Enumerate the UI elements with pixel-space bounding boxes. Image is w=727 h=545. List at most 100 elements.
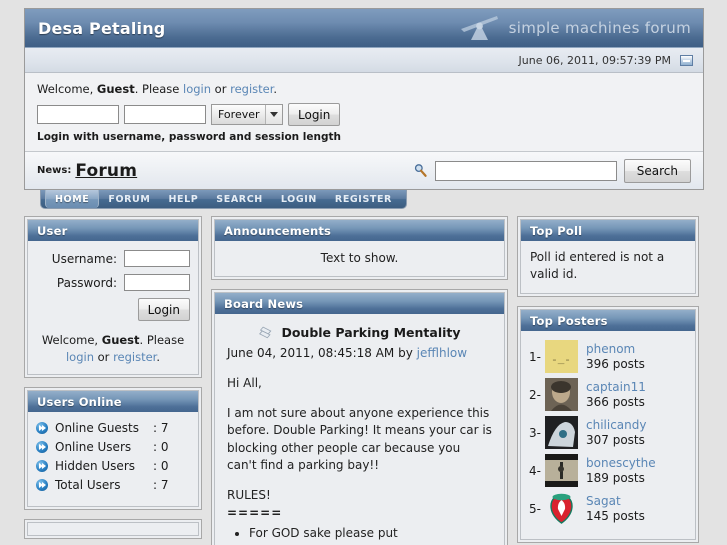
online-users-value: 0 <box>160 440 169 455</box>
username-input[interactable] <box>37 105 119 124</box>
announcements-inner: Announcements Text to show. <box>214 219 505 277</box>
welcome-prefix: Welcome, <box>37 82 94 96</box>
poster-info: phenom 396 posts <box>586 342 645 372</box>
sidebar-password-input[interactable] <box>124 274 190 291</box>
list-item: 4- bonescythe 189 posts <box>529 454 687 488</box>
colon: : <box>153 478 161 493</box>
search-area: Search <box>413 158 691 183</box>
news-search-strip: News: Forum Search <box>25 152 703 189</box>
list-item: 5- Sagat 145 posts <box>529 492 687 526</box>
register-link[interactable]: register <box>230 82 273 96</box>
fast-forward-icon <box>36 441 48 454</box>
board-news-body: Double Parking Mentality June 04, 2011, … <box>215 314 504 545</box>
sidebar-login-link[interactable]: login <box>66 350 94 364</box>
post-meta: June 04, 2011, 08:45:18 AM by jefflhlow <box>227 345 492 362</box>
center-column: Announcements Text to show. Board News D… <box>211 216 508 545</box>
next-panel-inner <box>27 522 199 537</box>
top-posters-title: Top Posters <box>521 310 695 332</box>
poster-count: 307 posts <box>586 432 645 447</box>
sidebar-username-input[interactable] <box>124 250 190 267</box>
poster-name[interactable]: phenom <box>586 342 645 357</box>
poster-name[interactable]: bonescythe <box>586 456 656 471</box>
list-item: Total Users : 7 <box>36 478 190 492</box>
current-datetime: June 06, 2011, 09:57:39 PM <box>518 53 671 67</box>
list-item: 2- captain11 366 posts <box>529 378 687 412</box>
right-sidebar: Top Poll Poll id entered is not a valid … <box>517 216 699 545</box>
board-news-panel: Board News Double Parking Mentality June… <box>211 289 508 545</box>
sidebar-welcome: Welcome, Guest. Please login or register… <box>36 332 190 365</box>
collapse-icon[interactable] <box>680 54 693 66</box>
search-input[interactable] <box>434 160 617 181</box>
poster-info: bonescythe 189 posts <box>586 456 656 486</box>
search-button[interactable]: Search <box>623 158 691 183</box>
login-button[interactable]: Login <box>288 103 341 126</box>
top-poll-body: Poll id entered is not a valid id. <box>530 250 665 282</box>
next-panel-partial <box>24 519 202 540</box>
poster-info: chilicandy 307 posts <box>586 418 646 448</box>
poster-name[interactable]: chilicandy <box>586 418 646 433</box>
login-link[interactable]: login <box>183 82 211 96</box>
list-item: Hidden Users : 0 <box>36 459 190 473</box>
tab-forum[interactable]: FORUM <box>99 190 159 208</box>
list-item: 1- -_- phenom 396 posts <box>529 340 687 374</box>
poster-count: 189 posts <box>586 470 645 485</box>
top-poll-title: Top Poll <box>521 220 695 241</box>
poster-rank: 1- <box>529 349 541 364</box>
user-panel-body: Username: Password: Login Welcome, Guest… <box>28 241 198 375</box>
session-length-select[interactable]: Forever <box>211 104 283 125</box>
sidebar-guest: Guest <box>101 333 140 347</box>
hidden-users-value: 0 <box>160 459 169 474</box>
list-item: Online Guests : 7 <box>36 421 190 435</box>
top-posters-body: 1- -_- phenom 396 posts 2- captain11 366… <box>521 331 695 540</box>
post-title[interactable]: Double Parking Mentality <box>281 324 460 342</box>
username-row: Username: <box>36 250 190 267</box>
user-panel-inner: User Username: Password: Login Welcome, … <box>27 219 199 376</box>
password-label: Password: <box>56 275 117 290</box>
announcements-body: Text to show. <box>320 251 399 265</box>
poster-name[interactable]: captain11 <box>586 380 646 395</box>
colon: : <box>153 440 161 455</box>
colon: : <box>153 421 161 436</box>
main-content: User Username: Password: Login Welcome, … <box>24 216 713 545</box>
poster-info: Sagat 145 posts <box>586 494 645 524</box>
tab-login[interactable]: LOGIN <box>272 190 326 208</box>
online-guests-label: Online Guests <box>55 421 140 436</box>
tab-home[interactable]: HOME <box>45 190 100 208</box>
sidebar-login-row: Login <box>36 298 190 321</box>
header-container: Desa Petaling simple machines forum June… <box>24 8 704 190</box>
login-form-row: Forever Login <box>37 103 691 126</box>
password-input[interactable] <box>124 105 206 124</box>
poster-rank: 4- <box>529 463 541 478</box>
avatar <box>545 492 578 526</box>
fast-forward-icon <box>36 479 48 492</box>
hidden-users-label: Hidden Users <box>55 459 135 474</box>
title-bar: Desa Petaling simple machines forum <box>25 9 703 48</box>
login-hint: Login with username, password and sessio… <box>37 131 342 143</box>
users-online-panel: Users Online Online Guests : 7 Online Us… <box>24 387 202 511</box>
announcements-title: Announcements <box>215 220 504 241</box>
poster-count: 366 posts <box>586 394 645 409</box>
top-posters-inner: Top Posters 1- -_- phenom 396 posts 2- c… <box>520 309 696 541</box>
welcome-line: Welcome, Guest. Please login or register… <box>37 82 691 96</box>
session-length-value: Forever <box>218 108 260 121</box>
poster-name[interactable]: Sagat <box>586 494 645 509</box>
post-paragraph: I am not sure about anyone experience th… <box>227 405 492 473</box>
top-poll-inner: Top Poll Poll id entered is not a valid … <box>520 219 696 295</box>
post-title-row: Double Parking Mentality <box>227 324 492 342</box>
sidebar-register-link[interactable]: register <box>113 350 156 364</box>
tab-search[interactable]: SEARCH <box>207 190 272 208</box>
sidebar-welcome-prefix: Welcome, <box>41 333 99 347</box>
chevron-down-icon[interactable] <box>265 105 282 124</box>
tab-register[interactable]: REGISTER <box>326 190 401 208</box>
users-online-inner: Users Online Online Guests : 7 Online Us… <box>27 390 199 508</box>
poster-count: 145 posts <box>586 508 645 523</box>
nav-tabs: HOME FORUM HELP SEARCH LOGIN REGISTER <box>40 190 407 209</box>
tab-help[interactable]: HELP <box>159 190 207 208</box>
list-item: For GOD sake please put <box>249 525 492 542</box>
avatar <box>545 378 578 412</box>
sidebar-welcome-mid: . Please <box>139 333 185 347</box>
avatar <box>545 454 578 488</box>
guest-name: Guest <box>96 82 135 96</box>
sidebar-login-button[interactable]: Login <box>137 298 190 321</box>
post-author[interactable]: jefflhlow <box>417 346 467 360</box>
